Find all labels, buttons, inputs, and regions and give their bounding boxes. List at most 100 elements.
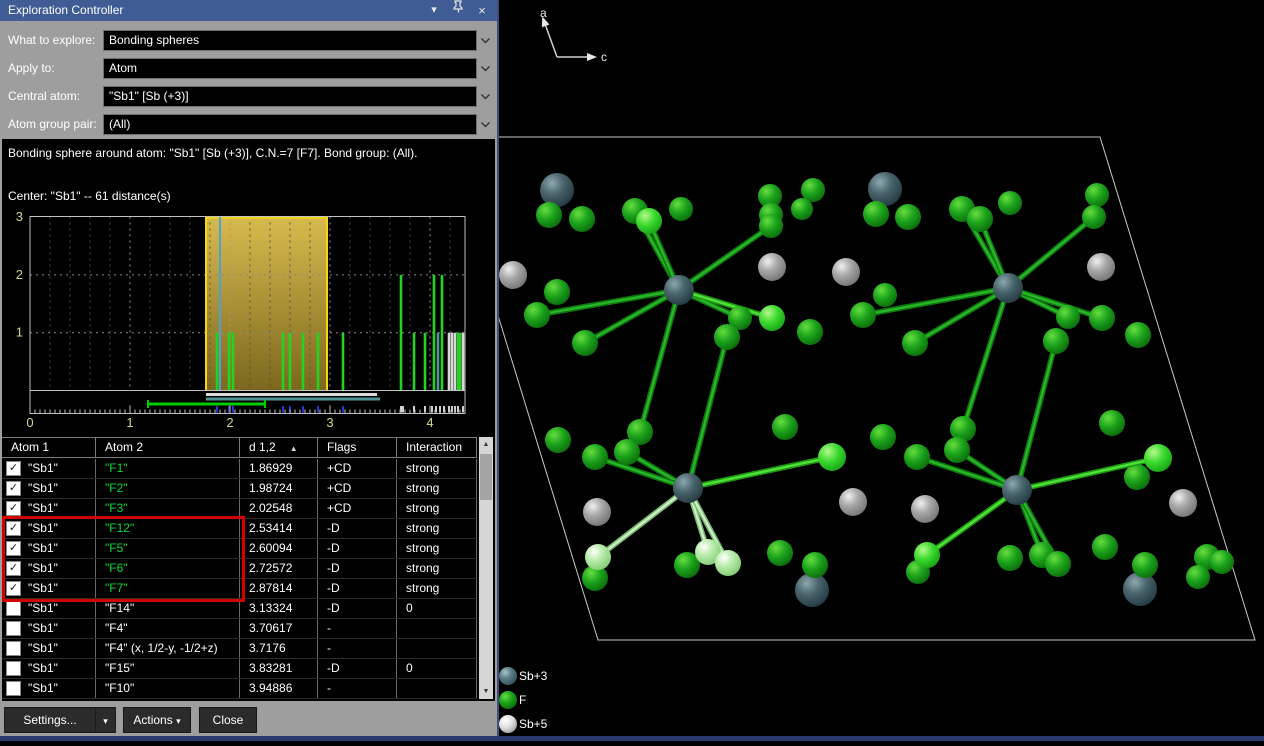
atom-sphere-f[interactable] (545, 427, 571, 453)
scroll-down-icon[interactable]: ▼ (479, 684, 493, 699)
atom-sphere-sb3[interactable] (540, 173, 574, 207)
column-header[interactable]: Atom 1 (2, 438, 96, 457)
row-checkbox[interactable]: ✓ (6, 521, 21, 536)
table-row[interactable]: ✓"Sb1""F5"2.60094-Dstrong (2, 539, 477, 559)
row-checkbox[interactable]: ✓ (6, 461, 21, 476)
table-row[interactable]: ✓"Sb1""F12"2.53414-Dstrong (2, 519, 477, 539)
settings-button[interactable]: Settings... (4, 707, 96, 733)
pin-icon[interactable] (451, 0, 465, 21)
atom-sphere-f[interactable] (767, 540, 793, 566)
atom-sphere-f[interactable] (1186, 565, 1210, 589)
atom-sphere-f[interactable] (1210, 550, 1234, 574)
row-checkbox[interactable]: ✓ (6, 501, 21, 516)
atom-sphere-sb3[interactable] (664, 275, 694, 305)
menu-dropdown-icon[interactable]: ▾ (427, 0, 441, 21)
atom-sphere-f[interactable] (802, 552, 828, 578)
row-checkbox[interactable]: ✓ (6, 581, 21, 596)
atom-sphere-f[interactable] (791, 198, 813, 220)
bonding-range-region[interactable] (206, 217, 327, 391)
atom-sphere-f[interactable] (850, 302, 876, 328)
atom-sphere-f[interactable] (863, 201, 889, 227)
column-header[interactable]: Atom 2 (96, 438, 240, 457)
row-checkbox[interactable] (6, 681, 21, 696)
atom-sphere-f[interactable] (998, 191, 1022, 215)
panel-titlebar[interactable]: Exploration Controller ▾ × (0, 0, 497, 21)
table-row[interactable]: ✓"Sb1""F3"2.02548+CDstrong (2, 499, 477, 519)
atom-sphere-sb5[interactable] (839, 488, 867, 516)
atom-sphere-fp[interactable] (585, 544, 611, 570)
atom-sphere-f[interactable] (873, 283, 897, 307)
atom-sphere-sb3[interactable] (795, 573, 829, 607)
atom-sphere-sb3[interactable] (673, 473, 703, 503)
column-header[interactable]: Interaction (397, 438, 477, 457)
atom-sphere-f[interactable] (1124, 464, 1150, 490)
central-atom-chevron-down-icon[interactable] (477, 86, 494, 107)
atom-sphere-f[interactable] (902, 330, 928, 356)
atom-sphere-sb5[interactable] (911, 495, 939, 523)
atom-group-pair-chevron-down-icon[interactable] (477, 114, 494, 135)
crystal-scene[interactable]: acSb+3FSb+5 (499, 0, 1264, 741)
atom-sphere-f[interactable] (1082, 205, 1106, 229)
atom-sphere-f[interactable] (870, 424, 896, 450)
atom-sphere-fb[interactable] (759, 305, 785, 331)
atom-sphere-fb[interactable] (818, 443, 846, 471)
atom-sphere-sb5[interactable] (832, 258, 860, 286)
atom-sphere-sb3[interactable] (1002, 475, 1032, 505)
atom-sphere-f[interactable] (544, 279, 570, 305)
atom-sphere-fp[interactable] (715, 550, 741, 576)
atom-sphere-f[interactable] (1043, 328, 1069, 354)
atom-sphere-f[interactable] (536, 202, 562, 228)
row-checkbox[interactable]: ✓ (6, 541, 21, 556)
atom-sphere-f[interactable] (967, 206, 993, 232)
atom-sphere-f[interactable] (904, 444, 930, 470)
table-row[interactable]: ✓"Sb1""F1"1.86929+CDstrong (2, 459, 477, 479)
atom-sphere-f[interactable] (944, 437, 970, 463)
table-scrollbar[interactable]: ▲ ▼ (479, 437, 493, 699)
central-atom-select[interactable]: "Sb1" [Sb (+3)] (103, 86, 477, 107)
atom-sphere-sb5[interactable] (758, 253, 786, 281)
atom-sphere-f[interactable] (1045, 551, 1071, 577)
atom-sphere-f[interactable] (1132, 552, 1158, 578)
atom-sphere-sb5[interactable] (1169, 489, 1197, 517)
atom-sphere-f[interactable] (997, 545, 1023, 571)
atom-sphere-sb3[interactable] (1123, 572, 1157, 606)
atom-sphere-f[interactable] (1099, 410, 1125, 436)
atom-sphere-f[interactable] (772, 414, 798, 440)
atom-sphere-sb3[interactable] (993, 273, 1023, 303)
structure-viewport[interactable]: acSb+3FSb+5 (497, 0, 1264, 741)
atom-sphere-f[interactable] (614, 439, 640, 465)
close-icon[interactable]: × (475, 0, 489, 21)
row-checkbox[interactable] (6, 601, 21, 616)
atom-sphere-fb[interactable] (1144, 444, 1172, 472)
table-row[interactable]: "Sb1""F4"3.70617- (2, 619, 477, 639)
atom-sphere-fb[interactable] (636, 208, 662, 234)
scrollbar-thumb[interactable] (480, 454, 492, 500)
atom-sphere-f[interactable] (1092, 534, 1118, 560)
actions-button[interactable]: Actions ▾ (123, 707, 191, 733)
table-row[interactable]: ✓"Sb1""F2"1.98724+CDstrong (2, 479, 477, 499)
atom-sphere-f[interactable] (895, 204, 921, 230)
distance-histogram[interactable]: 01234123 (2, 205, 495, 437)
atom-sphere-f[interactable] (524, 302, 550, 328)
atom-sphere-f[interactable] (759, 214, 783, 238)
table-row[interactable]: "Sb1""F15"3.83281-D0 (2, 659, 477, 679)
row-checkbox[interactable] (6, 661, 21, 676)
atom-sphere-f[interactable] (582, 444, 608, 470)
what-to-explore-select[interactable]: Bonding spheres (103, 30, 477, 51)
atom-sphere-sb5[interactable] (1087, 253, 1115, 281)
close-button[interactable]: Close (199, 707, 257, 733)
atom-sphere-f[interactable] (569, 206, 595, 232)
atom-sphere-f[interactable] (797, 319, 823, 345)
scroll-up-icon[interactable]: ▲ (479, 437, 493, 452)
row-checkbox[interactable]: ✓ (6, 481, 21, 496)
row-checkbox[interactable] (6, 621, 21, 636)
atom-sphere-f[interactable] (1085, 183, 1109, 207)
table-row[interactable]: ✓"Sb1""F6"2.72572-Dstrong (2, 559, 477, 579)
table-row[interactable]: "Sb1""F14"3.13324-D0 (2, 599, 477, 619)
atom-sphere-sb5[interactable] (499, 261, 527, 289)
atom-sphere-f[interactable] (714, 324, 740, 350)
atom-sphere-sb3[interactable] (868, 172, 902, 206)
row-checkbox[interactable] (6, 641, 21, 656)
apply-to-chevron-down-icon[interactable] (477, 58, 494, 79)
what-to-explore-chevron-down-icon[interactable] (477, 30, 494, 51)
